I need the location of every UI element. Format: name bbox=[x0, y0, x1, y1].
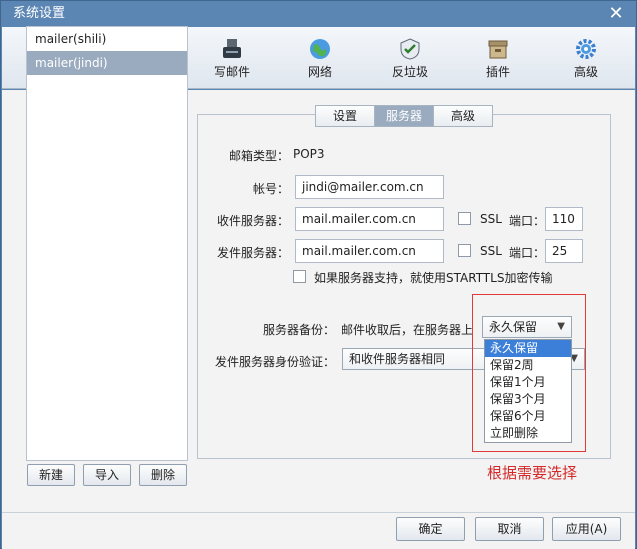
advanced-icon bbox=[576, 39, 596, 59]
incoming-server-field[interactable]: mail.mailer.com.cn bbox=[295, 207, 444, 231]
apply-button[interactable]: 应用(A) bbox=[552, 517, 621, 541]
backup-description: 邮件收取后，在服务器上 bbox=[341, 323, 474, 337]
window-title: 系统设置 bbox=[13, 6, 66, 21]
auth-label: 发件服务器身份验证： bbox=[214, 355, 335, 369]
toolbar-label: 写邮件 bbox=[213, 65, 250, 79]
account-field[interactable]: jindi@mailer.com.cn bbox=[295, 175, 444, 199]
toolbar-antispam-button[interactable]: 反垃圾 bbox=[366, 31, 454, 83]
annotation-note: 根据需要选择 bbox=[487, 464, 578, 482]
toolbar-label: 反垃圾 bbox=[391, 65, 428, 79]
delete-account-button[interactable]: 删除 bbox=[139, 464, 187, 486]
cancel-button[interactable]: 取消 bbox=[475, 517, 544, 541]
settings-window: 系统设置 ✕ 常用 帐号 写邮件 网络 反垃圾 插件 高级 bbox=[0, 0, 637, 549]
outgoing-ssl-checkbox[interactable] bbox=[458, 244, 471, 257]
outgoing-port-field[interactable]: 25 bbox=[545, 239, 583, 263]
outgoing-server-label: 发件服务器： bbox=[216, 246, 289, 260]
incoming-ssl-checkbox[interactable] bbox=[458, 212, 471, 225]
incoming-port-label: 端口： bbox=[509, 214, 546, 228]
toolbar-compose-button[interactable]: 写邮件 bbox=[188, 31, 276, 83]
incoming-port-field[interactable]: 110 bbox=[545, 207, 583, 231]
toolbar-label: 插件 bbox=[485, 65, 510, 79]
backup-label: 服务器备份： bbox=[262, 323, 335, 337]
compose-icon bbox=[223, 39, 241, 58]
tab-bar: 设置 服务器 高级 bbox=[315, 105, 493, 127]
toolbar-plugin-button[interactable]: 插件 bbox=[454, 31, 542, 83]
incoming-ssl-label: SSL bbox=[480, 212, 502, 226]
account-item[interactable]: mailer(shili) bbox=[27, 27, 187, 51]
import-account-button[interactable]: 导入 bbox=[83, 464, 131, 486]
toolbar-label: 网络 bbox=[307, 65, 332, 79]
antispam-icon bbox=[400, 38, 420, 60]
ok-button[interactable]: 确定 bbox=[396, 517, 465, 541]
toolbar-advanced-button[interactable]: 高级 bbox=[542, 31, 630, 83]
outgoing-port-label: 端口： bbox=[509, 246, 546, 260]
toolbar-network-button[interactable]: 网络 bbox=[276, 31, 364, 83]
auth-select-value: 和收件服务器相同 bbox=[349, 352, 446, 366]
title-bar: 系统设置 ✕ bbox=[1, 1, 636, 27]
tab-advanced[interactable]: 高级 bbox=[433, 105, 493, 127]
mailbox-type-value: POP3 bbox=[293, 147, 325, 161]
outgoing-ssl-label: SSL bbox=[480, 244, 502, 258]
toolbar-label: 高级 bbox=[573, 65, 598, 79]
tab-settings[interactable]: 设置 bbox=[315, 105, 375, 127]
new-account-button[interactable]: 新建 bbox=[27, 464, 75, 486]
mailbox-type-label: 邮箱类型： bbox=[228, 149, 289, 163]
annotation-box bbox=[472, 294, 586, 452]
close-icon[interactable]: ✕ bbox=[606, 4, 626, 24]
account-list: mailer(shili) mailer(jindi) bbox=[26, 26, 188, 461]
outgoing-server-field[interactable]: mail.mailer.com.cn bbox=[295, 239, 444, 263]
network-icon bbox=[310, 39, 330, 59]
tab-server[interactable]: 服务器 bbox=[374, 105, 434, 127]
starttls-label: 如果服务器支持，就使用STARTTLS加密传输 bbox=[314, 271, 553, 285]
plugin-icon bbox=[488, 40, 508, 59]
incoming-server-label: 收件服务器： bbox=[216, 214, 289, 228]
account-item-selected[interactable]: mailer(jindi) bbox=[27, 51, 187, 75]
starttls-checkbox[interactable] bbox=[293, 270, 306, 283]
account-label: 帐号： bbox=[252, 182, 289, 196]
